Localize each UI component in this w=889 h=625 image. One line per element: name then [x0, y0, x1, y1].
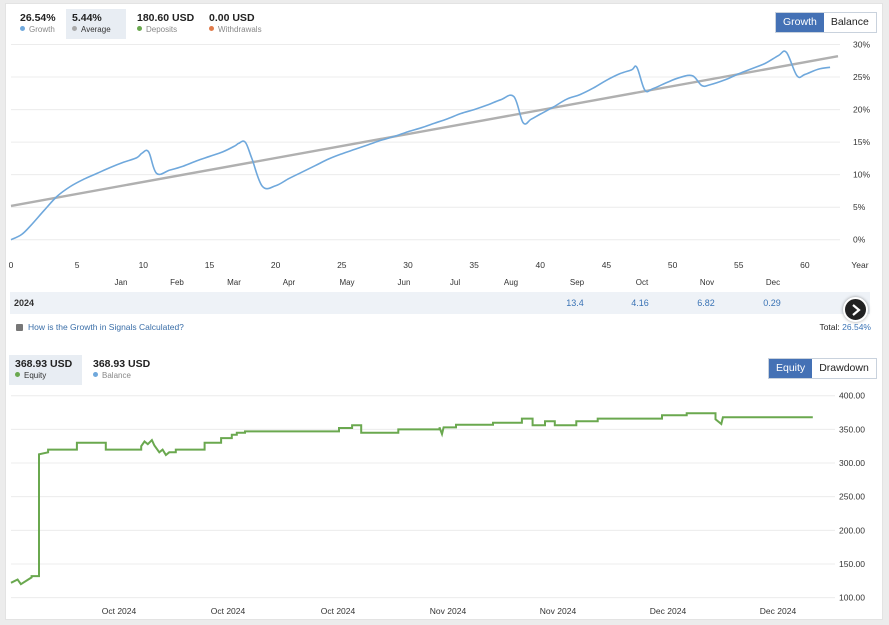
growth-chart: 0% 5% 10% 15% 20% 25% 30% 0 5 10 15 20 25 30 35 40 45 50 5… [9, 40, 871, 287]
growth-x-tick: 10 [139, 260, 149, 270]
stat-equity-label: Equity [24, 371, 47, 380]
equity-y-tick: 250.00 [839, 492, 865, 502]
equity-y-tick: 100.00 [839, 593, 865, 603]
average-trend-line [10, 55, 839, 208]
equity-x-tick: Oct 2024 [321, 606, 356, 616]
growth-month-label: Aug [504, 278, 518, 287]
growth-x-tick: 5 [75, 260, 80, 270]
equity-x-tick: Nov 2024 [430, 606, 467, 616]
growth-x-tick: 45 [602, 260, 612, 270]
growth-month-label: Sep [570, 278, 585, 287]
balance-dot-icon [93, 372, 98, 377]
growth-y-tick: 15% [853, 137, 870, 147]
equity-line [10, 412, 813, 586]
equity-tab[interactable]: Equity [769, 359, 813, 378]
stat-equity[interactable]: 368.93 USD Equity [9, 355, 82, 385]
equity-y-tick: 350.00 [839, 424, 865, 434]
equity-y-tick: 200.00 [839, 525, 865, 535]
growth-month-label: Dec [766, 278, 780, 287]
month-value-dec[interactable]: 0.29 [763, 298, 781, 308]
growth-month-label: Feb [170, 278, 184, 287]
stat-balance[interactable]: 368.93 USD Balance [87, 355, 156, 385]
growth-x-tick: 15 [205, 260, 215, 270]
growth-y-tick: 5% [853, 202, 866, 212]
growth-x-tick: 25 [337, 260, 347, 270]
growth-x-tick: 50 [668, 260, 678, 270]
growth-y-tick: 10% [853, 170, 870, 180]
growth-y-tick: 0% [853, 235, 866, 245]
growth-x-tick: 0 [9, 260, 14, 270]
growth-x-tick: Year [851, 260, 868, 270]
stat-balance-label: Balance [102, 371, 131, 380]
growth-help-text: How is the Growth in Signals Calculated? [28, 322, 184, 332]
month-value-sep[interactable]: 13.4 [566, 298, 584, 308]
year-row: 2024 13.4 4.16 6.82 0.29 [10, 292, 870, 314]
equity-x-tick: Oct 2024 [102, 606, 137, 616]
growth-month-label: Apr [283, 278, 296, 287]
growth-y-tick: 20% [853, 105, 870, 115]
growth-x-tick: 35 [469, 260, 479, 270]
drawdown-tab[interactable]: Drawdown [812, 359, 876, 378]
growth-y-tick: 30% [853, 40, 870, 50]
chevron-right-icon [852, 304, 861, 316]
help-icon [16, 324, 23, 331]
growth-x-tick: 60 [800, 260, 810, 270]
total-value: 26.54% [842, 322, 871, 332]
equity-x-tick: Oct 2024 [211, 606, 246, 616]
equity-drawdown-toggle: Equity Drawdown [768, 358, 877, 379]
stat-balance-value: 368.93 USD [93, 358, 151, 370]
total-label: Total: [819, 322, 840, 332]
growth-x-tick: 55 [734, 260, 744, 270]
equity-x-tick: Dec 2024 [760, 606, 797, 616]
growth-month-label: Jan [115, 278, 128, 287]
equity-y-tick: 400.00 [839, 391, 865, 401]
equity-x-tick: Nov 2024 [540, 606, 577, 616]
equity-y-tick: 300.00 [839, 458, 865, 468]
growth-month-label: Nov [700, 278, 714, 287]
growth-month-label: Oct [636, 278, 649, 287]
growth-month-label: Jul [450, 278, 460, 287]
month-value-oct[interactable]: 4.16 [631, 298, 649, 308]
next-button[interactable] [843, 297, 868, 322]
equity-x-tick: Dec 2024 [650, 606, 687, 616]
equity-y-tick: 150.00 [839, 559, 865, 569]
growth-x-tick: 20 [271, 260, 281, 270]
growth-month-label: Jun [398, 278, 411, 287]
stat-equity-value: 368.93 USD [15, 358, 73, 370]
growth-month-label: May [339, 278, 354, 287]
year-row-label: 2024 [14, 298, 35, 308]
growth-month-label: Mar [227, 278, 241, 287]
growth-total: Total: 26.54% [819, 322, 871, 332]
growth-help-link[interactable]: How is the Growth in Signals Calculated? [16, 322, 184, 332]
equity-dot-icon [15, 372, 20, 377]
month-value-nov[interactable]: 6.82 [697, 298, 715, 308]
growth-y-tick: 25% [853, 72, 870, 82]
equity-chart: 100.00 150.00 200.00 250.00 300.00 350.00 400.… [10, 391, 865, 616]
growth-x-tick: 40 [536, 260, 546, 270]
growth-x-tick: 30 [403, 260, 413, 270]
